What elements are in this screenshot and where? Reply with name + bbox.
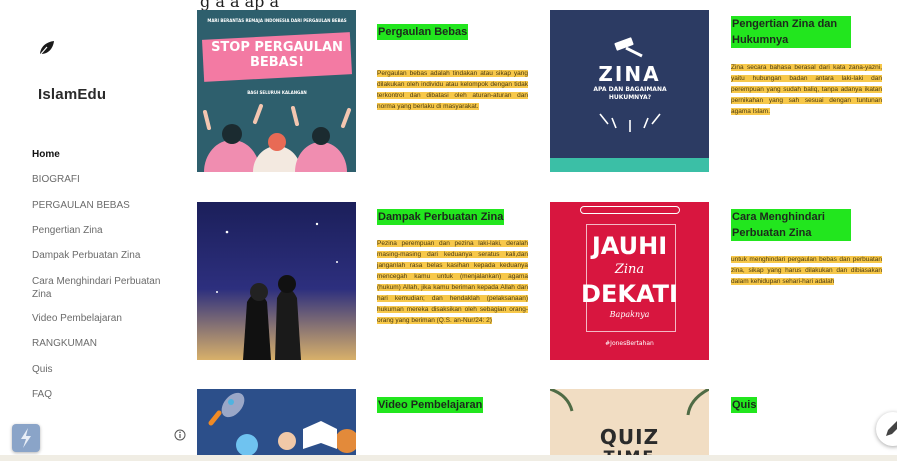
card-title[interactable]: Dampak Perbuatan Zina: [377, 209, 505, 225]
card-description: Pezina perempuan dan pezina laki-laki, d…: [377, 238, 528, 326]
nav-item-cara-menghindari[interactable]: Cara Menghindari Perbuatan Zina: [32, 275, 172, 301]
image-top-caption: MARI BERANTAS REMAJA INDONESIA DARI PERG…: [207, 18, 347, 23]
image-byline: BAGI SELURUH KALANGAN: [247, 90, 307, 95]
image-top-strip: [580, 206, 680, 214]
card-description-text: Zina secara bahasa berasal dari kata zan…: [731, 64, 882, 115]
card-description-text: Pezina perempuan dan pezina laki-laki, d…: [377, 240, 528, 324]
space-illustration: [197, 389, 356, 455]
crowd-illustration: [197, 98, 356, 172]
card-image-pergaulan-bebas[interactable]: MARI BERANTAS REMAJA INDONESIA DARI PERG…: [197, 10, 356, 172]
couple-illustration: [216, 222, 338, 360]
nav-item-pergaulan-bebas[interactable]: PERGAULAN BEBAS: [32, 199, 172, 212]
info-icon[interactable]: [174, 429, 186, 441]
bottom-strip: [0, 455, 897, 461]
card-title[interactable]: Cara Menghindari Perbuatan Zina: [731, 209, 851, 241]
lightning-icon: [21, 428, 31, 448]
image-headline: QUIZ: [599, 425, 660, 449]
card-image-cara-menghindari[interactable]: JAUHI Zina DEKATI Bapaknya #JonesBertaha…: [550, 202, 709, 360]
card-description: Zina secara bahasa berasal dari kata zan…: [731, 62, 882, 117]
image-line-zina: Zina: [614, 262, 645, 277]
card-image-video-pembelajaran[interactable]: [197, 389, 356, 455]
nav-item-home[interactable]: Home: [32, 148, 172, 161]
pencil-icon: [886, 421, 897, 436]
nav-item-pengertian-zina[interactable]: Pengertian Zina: [32, 224, 172, 237]
image-line-dekati: DEKATI: [581, 280, 678, 308]
card-description-text: untuk menghindari pergaulan bebas dan pe…: [731, 256, 882, 285]
image-hashtag: #JonesBertahan: [605, 340, 654, 347]
leaf-icon[interactable]: [38, 40, 56, 56]
nav-item-dampak-perbuatan-zina[interactable]: Dampak Perbuatan Zina: [32, 249, 172, 262]
rays-decoration: [599, 113, 661, 132]
card-description: Pergaulan bebas adalah tindakan atau sik…: [377, 68, 528, 112]
card-title[interactable]: Pergaulan Bebas: [377, 24, 469, 40]
nav-item-quis[interactable]: Quis: [32, 363, 172, 376]
card-title[interactable]: Quis: [731, 397, 758, 413]
card-image-pengertian-zina[interactable]: ZINA APA DAN BAGAIMANA HUKUMNYA?: [550, 10, 709, 172]
card-title[interactable]: Pengertian Zina dan Hukumnya: [731, 16, 851, 48]
nav-item-faq[interactable]: FAQ: [32, 388, 172, 401]
image-line-bapaknya: Bapaknya: [609, 310, 650, 319]
nav-item-rangkuman[interactable]: RANGKUMAN: [32, 337, 172, 350]
image-subtitle: TIME: [550, 447, 709, 455]
card-title[interactable]: Video Pembelajaran: [377, 397, 484, 413]
card-image-quis[interactable]: QUIZ TIME: [550, 389, 709, 455]
image-subtitle: APA DAN BAGAIMANA HUKUMNYA?: [593, 86, 667, 101]
sidebar: IslamEdu Home BIOGRAFI PERGAULAN BEBAS P…: [0, 0, 190, 461]
card-description-text: Pergaulan bebas adalah tindakan atau sik…: [377, 70, 528, 110]
image-headline: STOP PERGAULAN BEBAS!: [211, 40, 343, 70]
gavel-icon: [614, 37, 643, 58]
card-image-dampak-zina[interactable]: [197, 202, 356, 360]
edit-button[interactable]: [876, 412, 897, 446]
site-title[interactable]: IslamEdu: [38, 86, 106, 103]
card-description: untuk menghindari pergaulan bebas dan pe…: [731, 254, 882, 287]
lightning-button[interactable]: [12, 424, 40, 452]
image-headline: ZINA: [598, 62, 661, 86]
image-line-jauhi: JAUHI: [591, 232, 668, 260]
nav-item-video-pembelajaran[interactable]: Video Pembelajaran: [32, 312, 172, 325]
nav-item-biografi[interactable]: BIOGRAFI: [32, 173, 172, 186]
image-footer-bar: [550, 158, 709, 172]
